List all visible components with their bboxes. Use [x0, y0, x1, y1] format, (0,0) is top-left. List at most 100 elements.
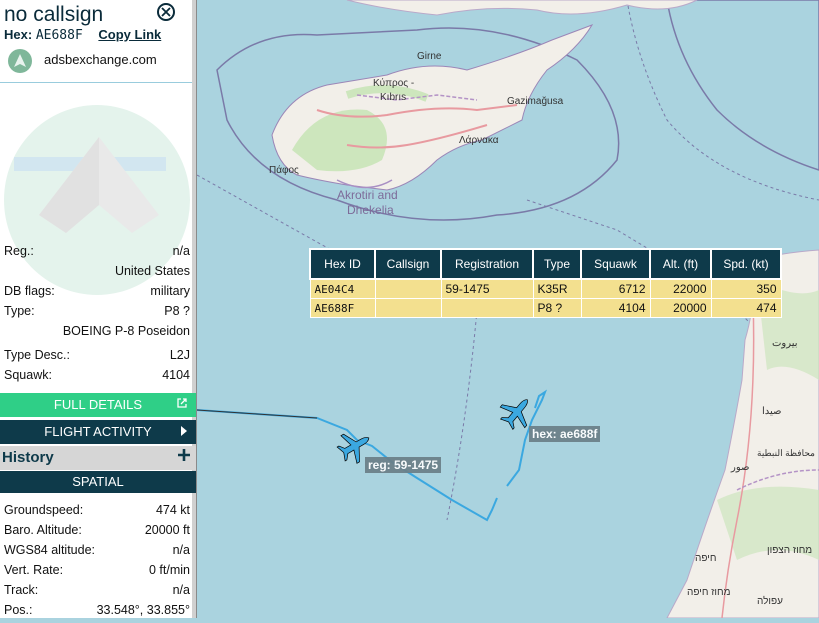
cell-registration	[440, 298, 534, 318]
table-row[interactable]: AE04C4 59-1475 K35R 6712 22000 350	[309, 278, 782, 299]
history-label: History	[2, 449, 54, 466]
place-nabatieh: محافظة النبطية	[757, 448, 815, 458]
col-type[interactable]: Type	[532, 248, 582, 280]
squawk-label: Squawk:	[4, 368, 52, 382]
country-value: United States	[114, 264, 190, 278]
col-altitude[interactable]: Alt. (ft)	[649, 248, 712, 280]
cell-altitude: 20000	[649, 298, 712, 318]
cell-hex: AE04C4	[309, 278, 376, 299]
groundspeed-row: Groundspeed: 474 kt	[4, 503, 190, 521]
col-hex-id[interactable]: Hex ID	[309, 248, 376, 280]
flight-activity-button[interactable]: FLIGHT ACTIVITY	[0, 420, 196, 444]
place-haifa: חיפה	[695, 553, 717, 564]
col-registration[interactable]: Registration	[440, 248, 534, 280]
aircraft-label-reg[interactable]: reg: 59-1475	[365, 457, 442, 473]
external-link-icon	[176, 393, 188, 417]
dbflags-label: DB flags:	[4, 284, 55, 298]
cell-callsign	[374, 278, 442, 299]
dbflags-value: military	[150, 284, 190, 298]
place-akrotiri-line1: Akrotiri and	[337, 188, 398, 202]
full-details-button[interactable]: FULL DETAILS	[0, 393, 196, 417]
place-akrotiri-line2: Dhekelia	[347, 203, 394, 217]
col-speed[interactable]: Spd. (kt)	[710, 248, 782, 280]
type-label: Type:	[4, 304, 35, 318]
sidebar-scrollbar[interactable]	[192, 0, 196, 618]
track-value: n/a	[172, 583, 190, 597]
position-value: 33.548°, 33.855°	[96, 603, 190, 617]
history-toggle[interactable]: History	[0, 446, 196, 470]
cell-type: K35R	[532, 278, 582, 299]
groundspeed-value: 474 kt	[155, 503, 190, 517]
reg-label: Reg.:	[4, 244, 34, 258]
place-haifa-district: מחוז חיפה	[687, 587, 731, 598]
place-afula: עפולה	[757, 596, 783, 607]
table-header-row: Hex ID Callsign Registration Type Squawk…	[309, 248, 782, 280]
reg-value: n/a	[172, 244, 190, 258]
place-sour: صور	[731, 462, 750, 473]
cell-squawk: 6712	[580, 278, 651, 299]
baro-altitude-label: Baro. Altitude:	[4, 523, 82, 537]
cell-altitude: 22000	[649, 278, 712, 299]
cell-hex: AE688F	[309, 298, 376, 318]
baro-altitude-row: Baro. Altitude: 20000 ft	[4, 523, 190, 541]
type-full-value: BOEING P-8 Poseidon	[62, 324, 190, 338]
adsbx-logo-icon	[8, 49, 32, 73]
squawk-value: 4104	[162, 368, 190, 382]
place-larnaka: Λάρνακα	[459, 135, 499, 146]
cell-callsign	[374, 298, 442, 318]
cell-type: P8 ?	[532, 298, 582, 318]
source-row: adsbexchange.com	[0, 46, 192, 83]
track-row: Track: n/a	[4, 583, 190, 601]
aircraft-table: Hex ID Callsign Registration Type Squawk…	[309, 248, 782, 318]
place-pafos: Πάφος	[269, 165, 299, 176]
chevron-right-icon	[180, 420, 188, 444]
copy-link[interactable]: Copy Link	[98, 27, 161, 42]
aircraft-label-hex[interactable]: hex: ae688f	[529, 426, 601, 442]
position-row: Pos.: 33.548°, 33.855°	[4, 603, 190, 618]
reg-row: Reg.: n/a	[4, 244, 190, 262]
cell-squawk: 4104	[580, 298, 651, 318]
baro-altitude-value: 20000 ft	[144, 523, 190, 537]
cell-registration: 59-1475	[440, 278, 534, 299]
wgs84-altitude-label: WGS84 altitude:	[4, 543, 96, 557]
dbflags-row: DB flags: military	[4, 284, 190, 302]
place-north-district: מחוז הצפון	[767, 545, 813, 556]
full-details-label: FULL DETAILS	[53, 397, 143, 412]
wgs84-altitude-row: WGS84 altitude: n/a	[4, 543, 190, 561]
groundspeed-label: Groundspeed:	[4, 503, 84, 517]
place-kypros: Κύπρος -	[373, 78, 415, 89]
place-girne: Girne	[417, 51, 442, 62]
plus-icon	[177, 446, 191, 470]
hex-value: AE688F	[35, 28, 83, 43]
hex-row: Hex: AE688F Copy Link	[4, 27, 161, 43]
place-gazimagusa: Gazimağusa	[507, 96, 564, 107]
col-callsign[interactable]: Callsign	[374, 248, 442, 280]
vert-rate-value: 0 ft/min	[149, 563, 190, 577]
place-kibris: Kıbrıs	[380, 92, 407, 103]
type-row: Type: P8 ?	[4, 304, 190, 322]
track-label: Track:	[4, 583, 39, 597]
type-value: P8 ?	[164, 304, 190, 318]
cell-speed: 350	[710, 278, 782, 299]
typedesc-value: L2J	[169, 348, 190, 362]
flight-activity-label: FLIGHT ACTIVITY	[44, 424, 152, 439]
typedesc-row: Type Desc.: L2J	[4, 348, 190, 366]
close-icon[interactable]	[157, 3, 175, 21]
hex-label: Hex:	[4, 27, 33, 42]
place-beirut: بيروت	[772, 338, 798, 349]
cell-speed: 474	[710, 298, 782, 318]
position-label: Pos.:	[4, 603, 33, 617]
col-squawk[interactable]: Squawk	[580, 248, 651, 280]
wgs84-altitude-value: n/a	[172, 543, 190, 557]
type-full-row: BOEING P-8 Poseidon	[4, 324, 190, 342]
aircraft-detail-panel: no callsign Hex: AE688F Copy Link adsbex…	[0, 0, 197, 618]
callsign-title: no callsign	[4, 3, 104, 26]
table-row[interactable]: AE688F P8 ? 4104 20000 474	[309, 298, 782, 318]
vert-rate-label: Vert. Rate:	[4, 563, 64, 577]
place-saida: صيدا	[762, 406, 782, 417]
spatial-section-header[interactable]: SPATIAL	[0, 471, 196, 493]
vert-rate-row: Vert. Rate: 0 ft/min	[4, 563, 190, 581]
typedesc-label: Type Desc.:	[4, 348, 70, 362]
spatial-label: SPATIAL	[72, 474, 124, 489]
country-row: United States	[4, 264, 190, 282]
